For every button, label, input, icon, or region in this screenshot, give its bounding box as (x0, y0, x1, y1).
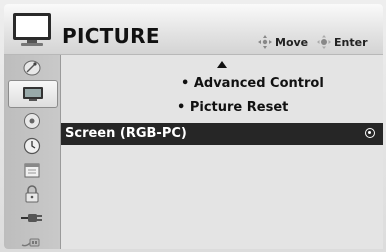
menu-item-label: • Advanced Control (181, 76, 324, 91)
enter-hint-label: Enter (334, 35, 368, 49)
sidebar-item-option[interactable] (8, 159, 56, 180)
sidebar-item-lock[interactable] (8, 183, 56, 204)
usb-icon (21, 238, 40, 246)
move-hint-label: Move (275, 35, 309, 49)
sidebar-item-time[interactable] (8, 135, 56, 156)
sidebar-item-usb[interactable] (8, 231, 56, 252)
menu-item-screen-selected[interactable]: Screen (RGB-PC) (61, 123, 383, 145)
menu-item-label: • Picture Reset (177, 100, 289, 115)
menu-content: • Advanced Control • Picture Reset Scree… (61, 55, 383, 249)
sidebar-item-input[interactable] (8, 207, 56, 228)
satellite-dish-icon (23, 60, 41, 75)
radio-selected-icon (365, 128, 375, 138)
menu-item-advanced-control[interactable]: • Advanced Control (181, 76, 324, 91)
move-hint: Move (258, 32, 308, 52)
category-sidebar (4, 55, 61, 249)
scroll-up-arrow-icon[interactable] (217, 61, 227, 68)
sidebar-item-setup[interactable] (8, 57, 56, 78)
menu-header: PICTURE Move Enter (4, 4, 383, 55)
page-title: PICTURE (62, 24, 160, 48)
lock-icon (25, 184, 39, 202)
dpad-move-icon (258, 35, 272, 49)
tv-icon (13, 13, 51, 46)
clock-icon (23, 137, 41, 154)
sidebar-item-picture[interactable] (8, 80, 58, 108)
input-cable-icon (21, 213, 42, 222)
menu-frame: PICTURE Move Enter • Advanced Control • … (4, 4, 383, 249)
menu-item-picture-reset[interactable]: • Picture Reset (177, 100, 288, 115)
sidebar-item-audio[interactable] (8, 110, 56, 131)
selected-item-label: Screen (RGB-PC) (65, 126, 187, 141)
ok-enter-icon (317, 35, 331, 49)
audio-disc-icon (24, 112, 40, 129)
calendar-icon (24, 163, 40, 177)
tv-osd-menu: PICTURE Move Enter • Advanced Control • … (0, 0, 386, 252)
picture-icon (23, 87, 43, 101)
enter-hint: Enter (317, 32, 368, 52)
